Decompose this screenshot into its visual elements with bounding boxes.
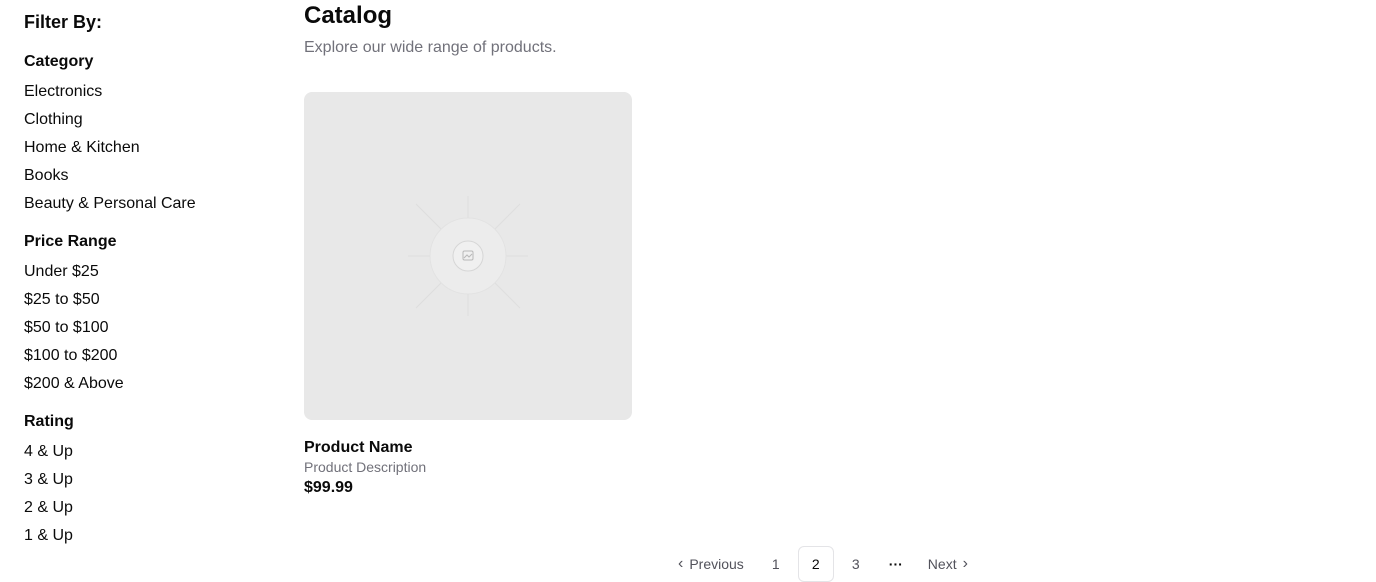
product-price: $99.99 (304, 479, 353, 496)
price-range-title: Price Range (24, 233, 117, 250)
page-1-button[interactable]: 1 (758, 546, 794, 582)
previous-button[interactable]: ‹ Previous (668, 546, 754, 582)
next-label: Next (927, 556, 957, 572)
filter-25-to-50[interactable]: $25 to $50 (24, 286, 264, 314)
filter-rating-4-up[interactable]: 4 & Up (24, 438, 264, 466)
rating-section: Rating 4 & Up 3 & Up 2 & Up 1 & Up (24, 410, 264, 550)
price-range-list: Under $25 $25 to $50 $50 to $100 $100 to… (24, 258, 264, 398)
catalog-main: Catalog Explore our wide range of produc… (304, 0, 1376, 582)
ellipsis-icon: ··· (888, 556, 903, 572)
image-placeholder-icon (408, 196, 528, 316)
product-name: Product Name (304, 439, 413, 456)
filter-clothing[interactable]: Clothing (24, 106, 264, 134)
previous-label: Previous (689, 556, 744, 572)
next-button[interactable]: Next › (918, 546, 978, 582)
filter-home-kitchen[interactable]: Home & Kitchen (24, 134, 264, 162)
product-card[interactable]: Product Name Product Description $99.99 (304, 92, 632, 498)
filter-200-and-above[interactable]: $200 & Above (24, 370, 264, 398)
filter-beauty-personal-care[interactable]: Beauty & Personal Care (24, 190, 264, 218)
filter-electronics[interactable]: Electronics (24, 78, 264, 106)
filter-50-to-100[interactable]: $50 to $100 (24, 314, 264, 342)
page-2-button[interactable]: 2 (797, 546, 834, 582)
category-list: Electronics Clothing Home & Kitchen Book… (24, 78, 264, 218)
product-description: Product Description (304, 459, 427, 475)
price-range-section: Price Range Under $25 $25 to $50 $50 to … (24, 230, 264, 398)
chevron-right-icon: › (962, 555, 968, 572)
page-3-button[interactable]: 3 (838, 546, 874, 582)
product-image (304, 92, 632, 420)
category-section: Category Electronics Clothing Home & Kit… (24, 50, 264, 218)
filter-rating-2-up[interactable]: 2 & Up (24, 494, 264, 522)
filter-rating-1-up[interactable]: 1 & Up (24, 522, 264, 550)
filter-100-to-200[interactable]: $100 to $200 (24, 342, 264, 370)
chevron-left-icon: ‹ (678, 555, 684, 572)
filter-under-25[interactable]: Under $25 (24, 258, 264, 286)
rating-title: Rating (24, 413, 74, 430)
filter-sidebar: Filter By: Category Electronics Clothing… (24, 10, 264, 550)
pagination: ‹ Previous 1 2 3 ··· Next › (668, 546, 978, 582)
category-title: Category (24, 53, 94, 70)
page-subtitle: Explore our wide range of products. (304, 39, 557, 56)
filter-title: Filter By: (24, 12, 103, 32)
page-title: Catalog (304, 2, 393, 29)
filter-rating-3-up[interactable]: 3 & Up (24, 466, 264, 494)
rating-list: 4 & Up 3 & Up 2 & Up 1 & Up (24, 438, 264, 550)
filter-books[interactable]: Books (24, 162, 264, 190)
